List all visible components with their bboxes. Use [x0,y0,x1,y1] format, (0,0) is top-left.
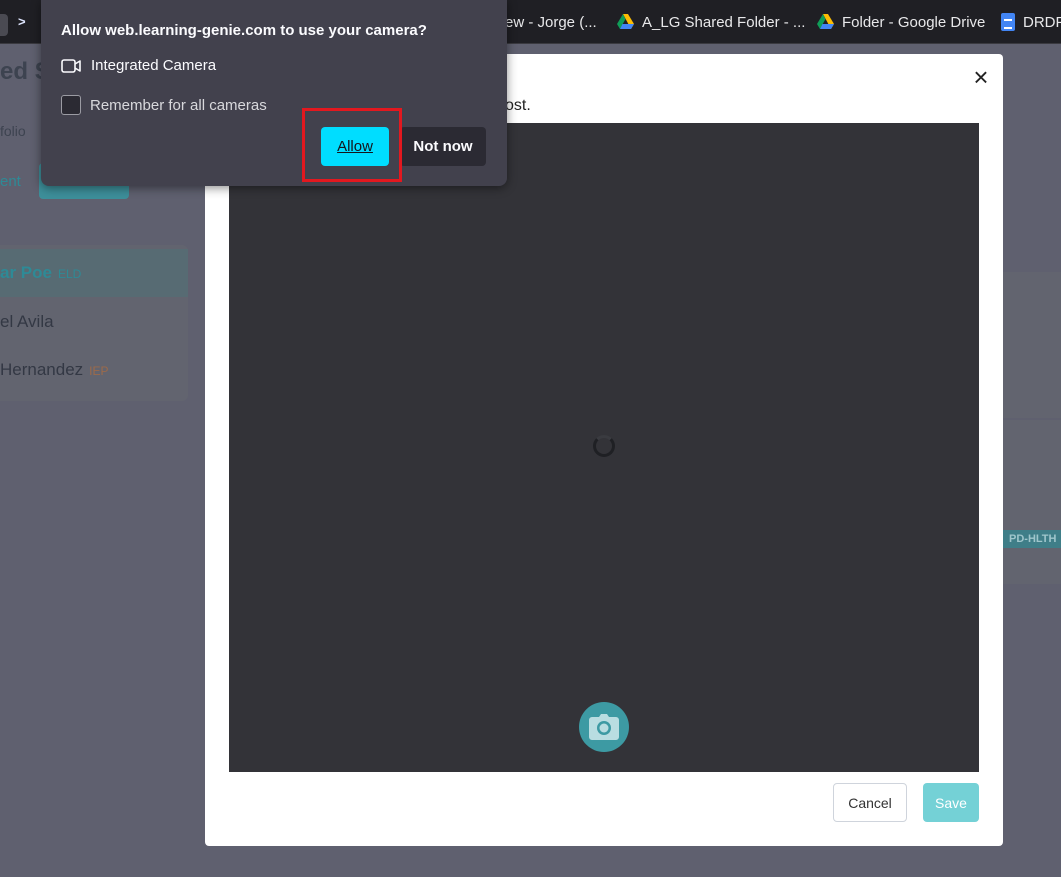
remember-checkbox[interactable] [61,95,81,115]
camera-device: Integrated Camera [61,57,216,74]
cancel-button[interactable]: Cancel [833,783,907,822]
not-now-button[interactable]: Not now [400,127,486,166]
capture-button[interactable] [579,702,629,752]
google-docs-icon [1001,13,1015,31]
bookmark-label: ew - Jorge (... [505,13,597,31]
student-name: el Avila [0,312,54,331]
student-tag: IEP [89,364,109,378]
modal-instruction: ost. [505,97,531,114]
google-drive-icon [617,14,634,29]
bookmark-label: Folder - Google Drive [842,13,986,31]
camera-permission-popup: Allow web.learning-genie.com to use your… [41,0,507,186]
allow-button[interactable]: Allow [321,127,389,166]
remember-option[interactable]: Remember for all cameras [61,95,267,115]
student-tag: ELD [57,267,82,281]
bookmark-label: DRDP [1023,13,1061,31]
background-card [1003,420,1061,584]
background-card [1003,272,1061,418]
bookmark-label: A_LG Shared Folder - ... [642,13,806,31]
portfolio-link[interactable]: folio [0,123,26,139]
bookmark-item[interactable]: A_LG Shared Folder - ... [617,0,805,44]
google-drive-icon [817,14,834,29]
remember-label: Remember for all cameras [90,96,267,114]
tab-label[interactable]: ent [0,173,21,190]
student-row[interactable]: ar Poe ELD [0,263,81,283]
student-row[interactable]: el Avila [0,312,54,332]
chevron-right-icon[interactable]: > [18,14,26,29]
bookmark-item[interactable]: DRDP [1001,0,1061,44]
video-camera-icon [61,58,81,73]
domain-badge: PD-HLTH [1003,530,1061,548]
save-button[interactable]: Save [923,783,979,822]
student-name: ar Poe [0,263,52,282]
loading-spinner-icon [593,435,615,457]
permission-title: Allow web.learning-genie.com to use your… [61,22,427,39]
student-name: Hernandez [0,360,84,379]
camera-preview [229,123,979,772]
bookmark-item[interactable]: Folder - Google Drive [817,0,985,44]
camera-name: Integrated Camera [91,57,217,74]
close-icon[interactable]: × [969,64,993,90]
bookmark-item[interactable]: ew - Jorge (... [505,0,597,44]
student-row[interactable]: Hernandez IEP [0,360,109,380]
bookmark-stub[interactable] [0,14,8,36]
camera-icon [589,714,619,740]
